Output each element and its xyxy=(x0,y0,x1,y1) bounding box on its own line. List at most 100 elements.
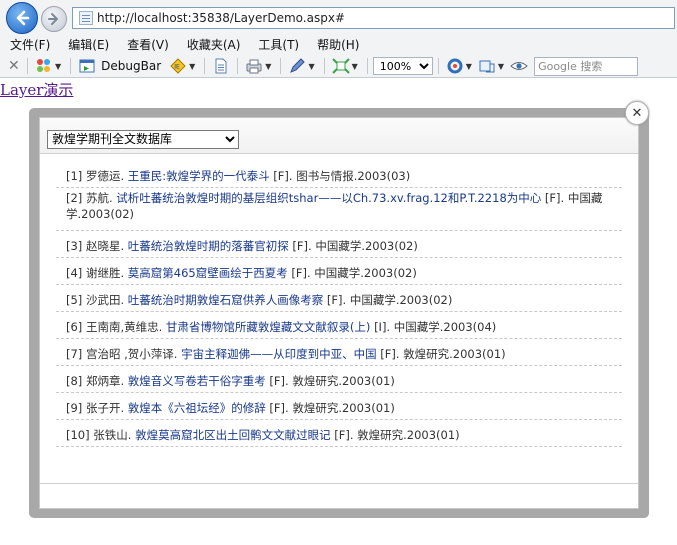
toolbar-separator xyxy=(323,58,325,74)
settings-dropdown-icon[interactable]: ▼ xyxy=(466,62,472,71)
layer-demo-link[interactable]: Layer演示 xyxy=(0,79,73,100)
ref-authors: 苏航. xyxy=(85,191,113,205)
debugbar-icon[interactable] xyxy=(78,58,96,74)
toolbar-separator xyxy=(366,58,368,74)
search-input[interactable]: Google 搜索 xyxy=(534,56,639,76)
reference-item: [9] 张子开. 敦煌本《六祖坛经》的修辞 [F]. 敦煌研究.2003(01) xyxy=(56,393,622,420)
layer-header: 敦煌学期刊全文数据库 xyxy=(40,118,638,154)
ref-source: 敦煌研究.2003(01) xyxy=(292,401,395,415)
ref-index: [9] xyxy=(66,401,83,415)
document-icon[interactable] xyxy=(212,58,230,74)
menu-help[interactable]: 帮助(H) xyxy=(308,36,368,53)
reference-item: [5] 沙武田. 吐蕃统治时期敦煌石窟供养人画像考察 [F]. 中国藏学.200… xyxy=(56,285,622,312)
ref-title-link[interactable]: 试析吐蕃统治敦煌时期的基层组织tshar——以Ch.73.xv.frag.12和… xyxy=(116,191,541,205)
toolbar-separator xyxy=(437,58,439,74)
ref-authors: 赵晓星. xyxy=(85,239,125,253)
address-bar[interactable]: http://localhost:35838/LayerDemo.aspx# xyxy=(72,7,675,29)
ref-source: 中国藏学.2003(02) xyxy=(314,266,417,280)
ref-source: 中国藏学.2003(04) xyxy=(393,320,497,334)
ref-authors: 郑炳章. xyxy=(85,374,125,388)
settings-icon[interactable] xyxy=(446,58,464,74)
menu-tools[interactable]: 工具(T) xyxy=(249,36,308,53)
ref-type: [F]. xyxy=(273,169,293,183)
reference-item: [2] 苏航. 试析吐蕃统治敦煌时期的基层组织tshar——以Ch.73.xv.… xyxy=(56,188,622,231)
pen-dropdown-icon[interactable]: ▼ xyxy=(308,62,314,71)
ref-title-link[interactable]: 宇宙主释迦佛——从印度到中亚、中国 xyxy=(181,347,377,361)
resize-dropdown-icon[interactable]: ▼ xyxy=(352,62,358,71)
ref-title-link[interactable]: 敦煌本《六祖坛经》的修辞 xyxy=(128,401,266,415)
ref-source: 图书与情报.2003(03) xyxy=(296,169,411,183)
toolbar-separator xyxy=(280,58,282,74)
ref-source: 敦煌研究.2003(01) xyxy=(292,374,395,388)
ref-index: [7] xyxy=(66,347,83,361)
ref-source: 敦煌研究.2003(01) xyxy=(403,347,506,361)
debugbar-label[interactable]: DebugBar xyxy=(101,59,161,73)
toolbar-separator xyxy=(237,58,239,74)
ref-authors: 罗德运. xyxy=(85,169,125,183)
ref-type: [F]. xyxy=(326,293,347,307)
zoom-select[interactable]: 100% xyxy=(372,57,433,75)
ref-type: [I]. xyxy=(374,320,391,334)
translate-dropdown-icon[interactable]: ▼ xyxy=(498,62,504,71)
reference-item: [10] 张铁山. 敦煌莫高窟北区出土回鹘文文献过眼记 [F]. 敦煌研究.20… xyxy=(56,420,622,447)
database-select[interactable]: 敦煌学期刊全文数据库 xyxy=(47,129,239,149)
forward-button[interactable] xyxy=(41,6,67,32)
print-icon[interactable] xyxy=(245,58,263,74)
menu-favorites[interactable]: 收藏夹(A) xyxy=(178,36,250,53)
ref-authors: 谢继胜. xyxy=(85,266,125,280)
page-icon xyxy=(79,11,93,25)
ref-title-link[interactable]: 敦煌莫高窟北区出土回鹘文文献过眼记 xyxy=(135,428,331,442)
ref-title-link[interactable]: 莫高窟第465窟壁画绘于西夏考 xyxy=(128,266,288,280)
ref-type: [F]. xyxy=(292,239,312,253)
ref-title-link[interactable]: 敦煌音义写卷若干俗字重考 xyxy=(128,374,266,388)
ie-compat-icon[interactable]: IE xyxy=(169,58,187,74)
ref-index: [8] xyxy=(66,374,83,388)
menu-view[interactable]: 查看(V) xyxy=(118,36,178,53)
resize-icon[interactable] xyxy=(331,58,350,74)
ref-index: [2] xyxy=(66,191,83,205)
arrow-left-icon xyxy=(16,10,30,26)
toolbar-separator xyxy=(27,58,28,74)
ref-source: 中国藏学.2003(02) xyxy=(349,293,453,307)
toolbar-separator xyxy=(70,58,72,74)
ref-type: [F]. xyxy=(380,347,400,361)
ref-title-link[interactable]: 甘肃省博物馆所藏敦煌藏文文献叙录(上) xyxy=(166,320,370,334)
ref-title-link[interactable]: 王重民:敦煌学界的一代泰斗 xyxy=(128,169,270,183)
ref-index: [10] xyxy=(66,428,90,442)
back-button[interactable] xyxy=(6,2,38,34)
ref-index: [6] xyxy=(66,320,83,334)
ref-source: 敦煌研究.2003(01) xyxy=(357,428,460,442)
reference-item: [7] 宫治昭 ,贺小萍译. 宇宙主释迦佛——从印度到中亚、中国 [F]. 敦煌… xyxy=(56,339,622,366)
reference-item: [8] 郑炳章. 敦煌音义写卷若干俗字重考 [F]. 敦煌研究.2003(01) xyxy=(56,366,622,393)
ref-type: [F]. xyxy=(269,374,289,388)
ref-index: [3] xyxy=(66,239,83,253)
url-text[interactable]: http://localhost:35838/LayerDemo.aspx# xyxy=(97,11,345,25)
ref-authors: 张铁山. xyxy=(93,428,132,442)
menu-edit[interactable]: 编辑(E) xyxy=(59,36,118,53)
ref-type: [F]. xyxy=(544,191,565,205)
ref-type: [F]. xyxy=(291,266,311,280)
apps-dropdown-icon[interactable]: ▼ xyxy=(55,62,61,71)
menu-file[interactable]: 文件(F) xyxy=(0,36,59,53)
pen-icon[interactable] xyxy=(288,58,306,74)
apps-icon[interactable] xyxy=(35,58,53,74)
ref-type: [F]. xyxy=(269,401,289,415)
browser-chrome: http://localhost:35838/LayerDemo.aspx# 文… xyxy=(0,0,677,78)
toolbar: ✕ ▼ DebugBar IE ▼ ▼ ▼ ▼ 100% ▼ ▼ Google … xyxy=(0,55,677,77)
toolbar-separator xyxy=(204,58,206,74)
ref-authors: 宫治昭 ,贺小萍译. xyxy=(85,347,178,361)
ref-title-link[interactable]: 吐蕃统治敦煌时期的落蕃官初探 xyxy=(128,239,289,253)
ref-title-link[interactable]: 吐蕃统治时期敦煌石窟供养人画像考察 xyxy=(128,293,324,307)
ie-dropdown-icon[interactable]: ▼ xyxy=(189,62,195,71)
reference-item: [6] 王南南,黄维忠. 甘肃省博物馆所藏敦煌藏文文献叙录(上) [I]. 中国… xyxy=(56,312,622,339)
close-layer-button[interactable]: ✕ xyxy=(625,101,649,125)
ref-authors: 张子开. xyxy=(85,401,125,415)
stop-icon[interactable]: ✕ xyxy=(8,58,22,74)
translate-icon[interactable] xyxy=(478,58,496,74)
reference-list: [1] 罗德运. 王重民:敦煌学界的一代泰斗 [F]. 图书与情报.2003(0… xyxy=(56,161,622,447)
print-dropdown-icon[interactable]: ▼ xyxy=(265,62,271,71)
reference-item: [4] 谢继胜. 莫高窟第465窟壁画绘于西夏考 [F]. 中国藏学.2003(… xyxy=(56,258,622,285)
reference-item: [1] 罗德运. 王重民:敦煌学界的一代泰斗 [F]. 图书与情报.2003(0… xyxy=(56,161,622,188)
eye-icon[interactable] xyxy=(510,58,528,74)
ref-index: [1] xyxy=(66,169,83,183)
